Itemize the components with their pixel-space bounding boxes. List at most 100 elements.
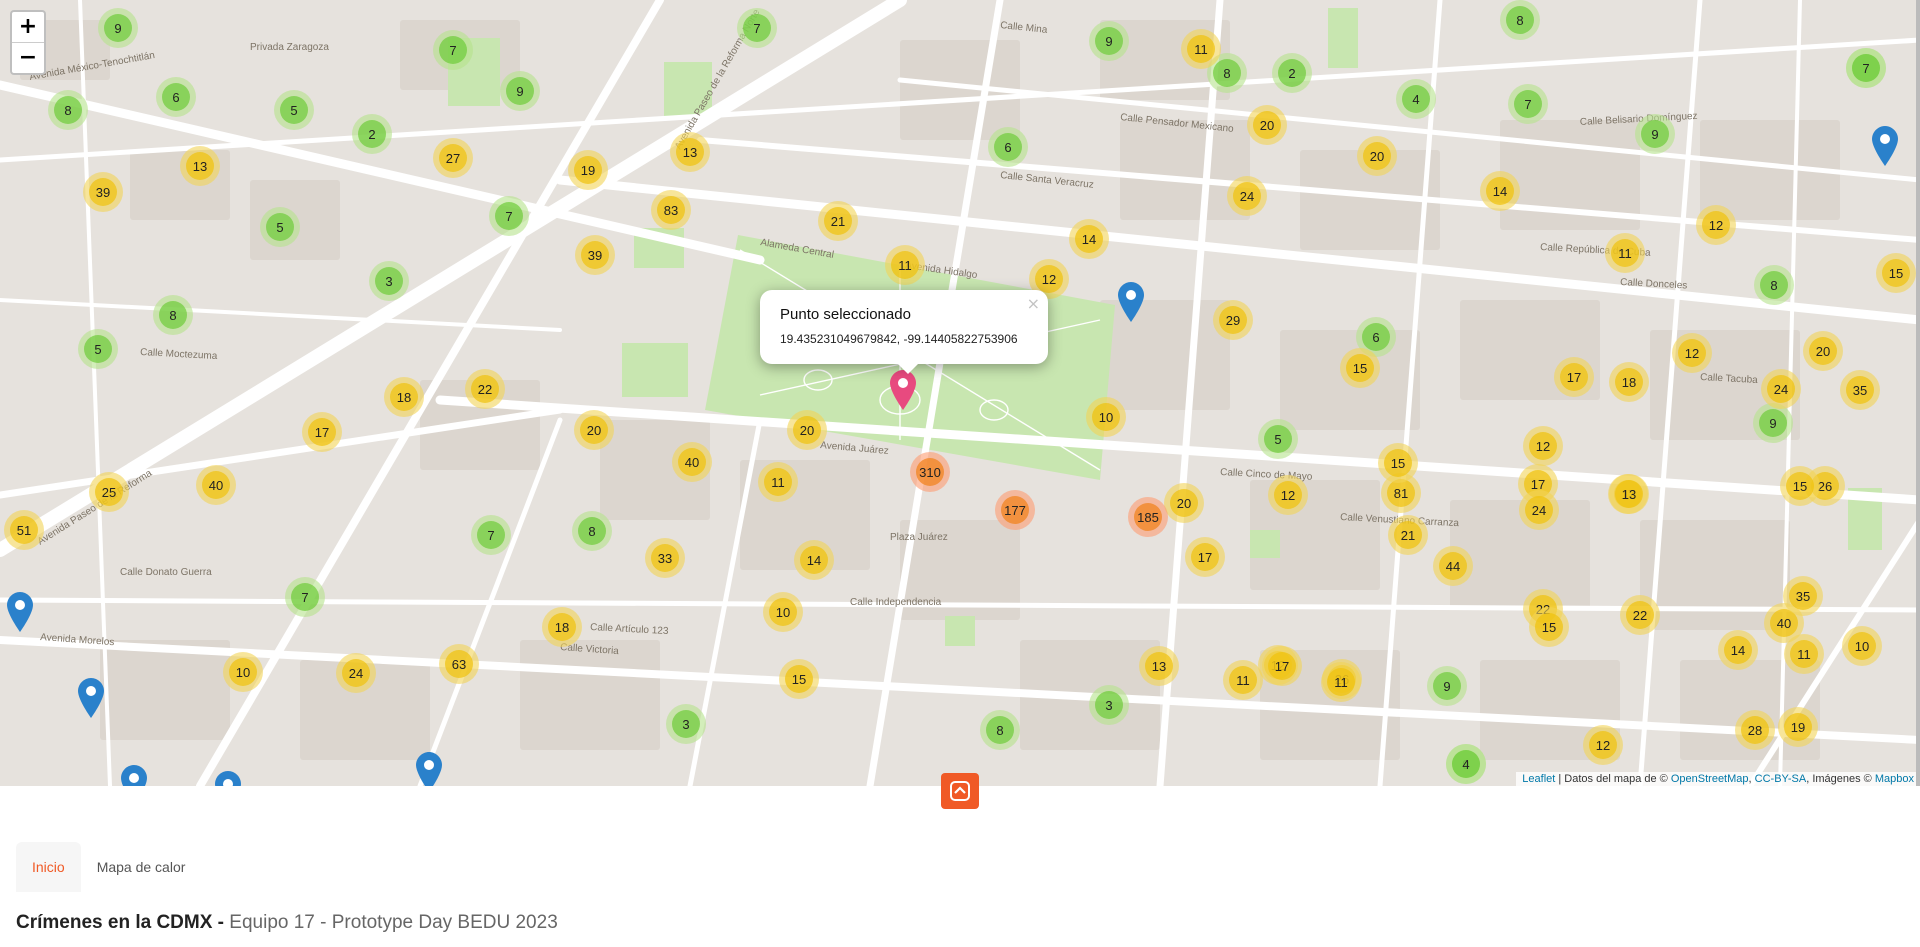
marker-cluster[interactable]: 17 xyxy=(1554,357,1594,397)
marker-cluster[interactable]: 8 xyxy=(1754,265,1794,305)
marker-cluster[interactable]: 44 xyxy=(1433,546,1473,586)
marker-cluster[interactable]: 10 xyxy=(1842,626,1882,666)
marker-cluster[interactable]: 14 xyxy=(1718,630,1758,670)
marker-cluster[interactable]: 39 xyxy=(83,172,123,212)
marker-cluster[interactable]: 6 xyxy=(988,127,1028,167)
marker-cluster[interactable]: 5 xyxy=(1258,419,1298,459)
marker-cluster[interactable]: 29 xyxy=(1213,300,1253,340)
marker-cluster[interactable]: 7 xyxy=(285,577,325,617)
marker-cluster[interactable]: 185 xyxy=(1128,497,1168,537)
tab-mapa-de-calor[interactable]: Mapa de calor xyxy=(81,842,202,892)
marker-cluster[interactable]: 11 xyxy=(1784,634,1824,674)
marker-cluster[interactable]: 7 xyxy=(489,196,529,236)
marker-cluster[interactable]: 7 xyxy=(471,515,511,555)
marker-cluster[interactable]: 11 xyxy=(1321,662,1361,702)
marker-cluster[interactable]: 6 xyxy=(156,77,196,117)
marker-cluster[interactable]: 20 xyxy=(1357,136,1397,176)
marker-cluster[interactable]: 24 xyxy=(1761,369,1801,409)
marker-cluster[interactable]: 24 xyxy=(336,653,376,693)
map-marker-icon[interactable] xyxy=(1872,126,1898,166)
marker-cluster[interactable]: 3 xyxy=(666,704,706,744)
marker-cluster[interactable]: 17 xyxy=(1185,537,1225,577)
marker-cluster[interactable]: 8 xyxy=(48,90,88,130)
marker-cluster[interactable]: 15 xyxy=(1876,253,1916,293)
marker-cluster[interactable]: 40 xyxy=(672,442,712,482)
marker-cluster[interactable]: 8 xyxy=(572,511,612,551)
marker-cluster[interactable]: 17 xyxy=(302,412,342,452)
marker-cluster[interactable]: 39 xyxy=(575,235,615,275)
marker-cluster[interactable]: 12 xyxy=(1583,725,1623,765)
marker-cluster[interactable]: 20 xyxy=(787,410,827,450)
marker-cluster[interactable]: 7 xyxy=(1508,84,1548,124)
marker-cluster[interactable]: 24 xyxy=(1519,490,1559,530)
marker-cluster[interactable]: 12 xyxy=(1672,333,1712,373)
marker-cluster[interactable]: 17 xyxy=(1262,646,1302,686)
marker-cluster[interactable]: 33 xyxy=(645,538,685,578)
marker-cluster[interactable]: 20 xyxy=(1803,331,1843,371)
marker-cluster[interactable]: 25 xyxy=(89,472,129,512)
marker-cluster[interactable]: 11 xyxy=(1223,660,1263,700)
marker-cluster[interactable]: 7 xyxy=(1846,48,1886,88)
marker-cluster[interactable]: 14 xyxy=(794,540,834,580)
marker-cluster[interactable]: 8 xyxy=(1500,0,1540,40)
marker-cluster[interactable]: 35 xyxy=(1840,370,1880,410)
marker-cluster[interactable]: 5 xyxy=(274,90,314,130)
map-view[interactable]: Avenida Hidalgo Avenida Juárez Avenida M… xyxy=(0,0,1920,786)
marker-cluster[interactable]: 9 xyxy=(500,71,540,111)
marker-cluster[interactable]: 12 xyxy=(1523,426,1563,466)
marker-cluster[interactable]: 22 xyxy=(1620,595,1660,635)
marker-cluster[interactable]: 18 xyxy=(542,607,582,647)
marker-cluster[interactable]: 2 xyxy=(1272,53,1312,93)
marker-cluster[interactable]: 15 xyxy=(779,659,819,699)
marker-cluster[interactable]: 9 xyxy=(1635,114,1675,154)
marker-cluster[interactable]: 12 xyxy=(1268,475,1308,515)
marker-cluster[interactable]: 15 xyxy=(1780,466,1820,506)
marker-cluster[interactable]: 4 xyxy=(1446,744,1486,784)
marker-cluster[interactable]: 20 xyxy=(574,410,614,450)
marker-cluster[interactable]: 20 xyxy=(1247,105,1287,145)
marker-cluster[interactable]: 21 xyxy=(818,201,858,241)
marker-cluster[interactable]: 177 xyxy=(995,490,1035,530)
map-marker-icon[interactable] xyxy=(416,752,442,786)
map-marker-icon[interactable] xyxy=(1118,282,1144,322)
marker-cluster[interactable]: 14 xyxy=(1069,219,1109,259)
license-link[interactable]: CC-BY-SA xyxy=(1755,773,1807,785)
marker-cluster[interactable]: 5 xyxy=(78,329,118,369)
map-scrollbar[interactable] xyxy=(1916,0,1920,786)
marker-cluster[interactable]: 11 xyxy=(1605,233,1645,273)
marker-cluster[interactable]: 11 xyxy=(1181,29,1221,69)
marker-cluster[interactable]: 3 xyxy=(369,261,409,301)
tab-inicio[interactable]: Inicio xyxy=(16,842,81,892)
marker-cluster[interactable]: 40 xyxy=(196,465,236,505)
marker-cluster[interactable]: 63 xyxy=(439,644,479,684)
marker-cluster[interactable]: 18 xyxy=(1609,362,1649,402)
marker-cluster[interactable]: 13 xyxy=(180,146,220,186)
marker-cluster[interactable]: 11 xyxy=(885,245,925,285)
marker-cluster[interactable]: 10 xyxy=(1086,397,1126,437)
marker-cluster[interactable]: 27 xyxy=(433,138,473,178)
marker-cluster[interactable]: 14 xyxy=(1480,171,1520,211)
popup-close-button[interactable]: × xyxy=(1027,294,1040,313)
marker-cluster[interactable]: 9 xyxy=(98,8,138,48)
zoom-out-button[interactable]: − xyxy=(12,42,44,73)
marker-cluster[interactable]: 13 xyxy=(670,132,710,172)
map-marker-icon[interactable] xyxy=(215,771,241,786)
marker-cluster[interactable]: 22 xyxy=(465,369,505,409)
marker-cluster[interactable]: 7 xyxy=(433,30,473,70)
zoom-in-button[interactable]: + xyxy=(12,12,44,42)
marker-cluster[interactable]: 20 xyxy=(1164,483,1204,523)
marker-cluster[interactable]: 2 xyxy=(352,114,392,154)
marker-cluster[interactable]: 18 xyxy=(384,377,424,417)
marker-cluster[interactable]: 11 xyxy=(758,462,798,502)
marker-cluster[interactable]: 10 xyxy=(763,592,803,632)
marker-cluster[interactable]: 35 xyxy=(1783,576,1823,616)
map-marker-icon[interactable] xyxy=(121,765,147,786)
marker-cluster[interactable]: 15 xyxy=(1340,348,1380,388)
marker-cluster[interactable]: 15 xyxy=(1378,443,1418,483)
openstreetmap-link[interactable]: OpenStreetMap xyxy=(1671,773,1749,785)
marker-cluster[interactable]: 24 xyxy=(1227,176,1267,216)
marker-cluster[interactable]: 9 xyxy=(1089,21,1129,61)
marker-cluster[interactable]: 15 xyxy=(1529,607,1569,647)
selected-marker-icon[interactable] xyxy=(890,370,916,410)
marker-cluster[interactable]: 83 xyxy=(651,190,691,230)
